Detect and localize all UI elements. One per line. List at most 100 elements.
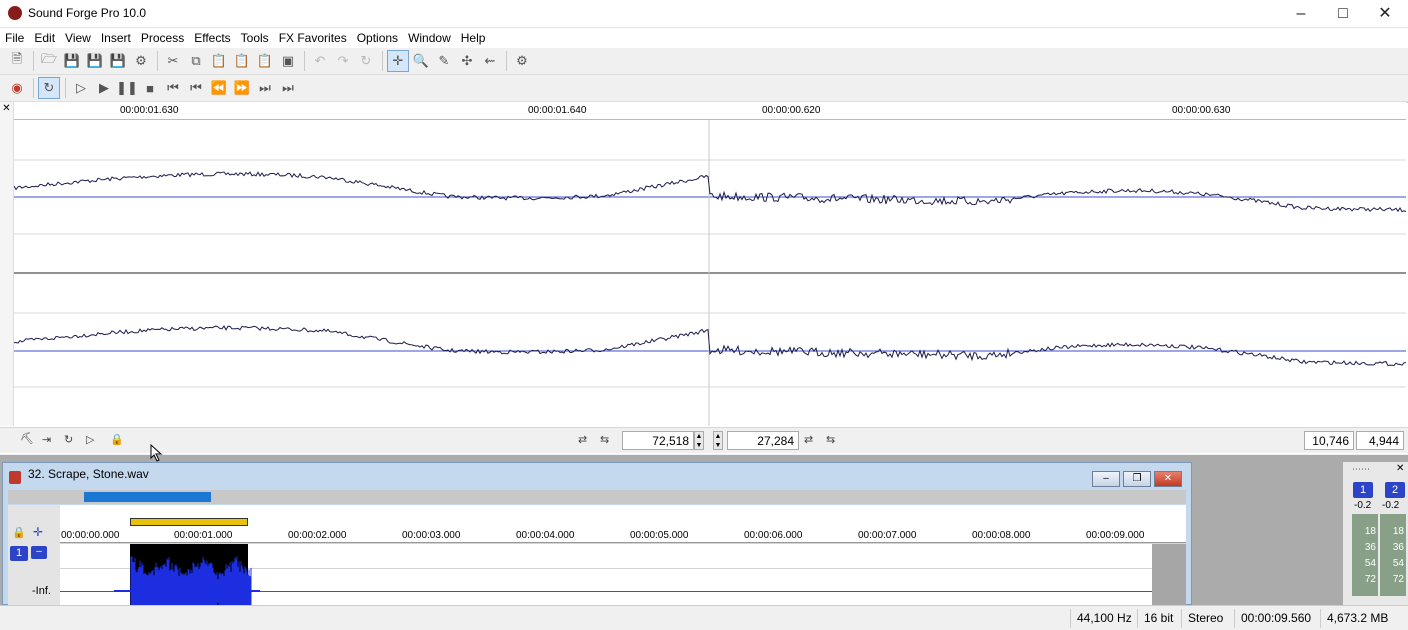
lock-small-icon[interactable]: 🔒 bbox=[12, 526, 26, 539]
level-out-icon[interactable]: ⇄ bbox=[804, 433, 813, 446]
level-in-icon[interactable]: ⇆ bbox=[826, 433, 835, 446]
render-icon[interactable]: ⚙ bbox=[130, 50, 152, 72]
channel-1-button[interactable]: 1 bbox=[10, 546, 28, 561]
sub-ruler-label: 00:00:04.000 bbox=[516, 530, 575, 541]
play-icon[interactable]: ▶ bbox=[93, 77, 115, 99]
maximize-icon[interactable]: □ bbox=[1322, 0, 1364, 28]
menu-effects[interactable]: Effects bbox=[189, 28, 235, 48]
mouse-cursor-icon bbox=[150, 444, 163, 462]
crop-icon[interactable]: ▣ bbox=[277, 50, 299, 72]
menu-window[interactable]: Window bbox=[403, 28, 456, 48]
go-to-end-icon[interactable]: ⏭ bbox=[277, 77, 299, 99]
loop-icon[interactable]: ↻ bbox=[38, 77, 60, 99]
stop-icon[interactable]: ■ bbox=[139, 77, 161, 99]
close-pane-icon[interactable]: ✕ bbox=[0, 104, 13, 114]
meter-peak-1: -0.2 bbox=[1354, 500, 1372, 511]
play-small-icon[interactable]: ▷ bbox=[86, 433, 94, 446]
channel-minimize-button[interactable]: – bbox=[31, 546, 47, 559]
sub-ruler-label: 00:00:05.000 bbox=[630, 530, 689, 541]
paste-special-icon[interactable]: 📋 bbox=[231, 50, 253, 72]
menu-process[interactable]: Process bbox=[136, 28, 189, 48]
meters-close-icon[interactable]: ✕ bbox=[1396, 463, 1404, 474]
repeat-icon[interactable]: ↻ bbox=[355, 50, 377, 72]
ruler-label: 00:00:01.640 bbox=[528, 105, 587, 116]
transport-toolbar: ◉ ↻ ▷ ▶ ❚❚ ■ ⏮ ⏮ ⏪ ⏩ ⏭ ⏭ bbox=[0, 75, 1408, 102]
sub-ruler-label: 00:00:00.000 bbox=[61, 530, 120, 541]
sub-ruler-label: 00:00:02.000 bbox=[288, 530, 347, 541]
meter-scale-label: 54 bbox=[1392, 558, 1404, 569]
save-as-icon[interactable]: 💾 bbox=[84, 50, 106, 72]
record-icon[interactable]: ◉ bbox=[6, 77, 28, 99]
meter-channel-1-button[interactable]: 1 bbox=[1353, 482, 1373, 498]
menu-options[interactable]: Options bbox=[352, 28, 403, 48]
edit-tool-icon[interactable]: ✛ bbox=[387, 50, 409, 72]
event-tool-icon[interactable]: ⇜ bbox=[479, 50, 501, 72]
zoom-ratio-field[interactable]: 72,518 bbox=[622, 431, 694, 450]
menu-fx-favorites[interactable]: FX Favorites bbox=[274, 28, 352, 48]
pencil-tool-icon[interactable]: ✎ bbox=[433, 50, 455, 72]
copy-icon[interactable]: ⧉ bbox=[185, 50, 207, 72]
meter-scale-label: 72 bbox=[1392, 574, 1404, 585]
undo-icon[interactable]: ↶ bbox=[309, 50, 331, 72]
status-bar: 44,100 Hz 16 bit Stereo 00:00:09.560 4,6… bbox=[0, 605, 1408, 630]
meter-channel-2-button[interactable]: 2 bbox=[1385, 482, 1405, 498]
rewind-icon[interactable]: ⏪ bbox=[208, 77, 230, 99]
ruler-label: 00:00:00.620 bbox=[762, 105, 821, 116]
zoom-out-icon[interactable]: ⇄ bbox=[578, 433, 587, 446]
selection-marker[interactable] bbox=[130, 518, 248, 526]
sub-restore-icon[interactable]: ❐ bbox=[1123, 471, 1151, 487]
edit-small-icon[interactable]: ✛ bbox=[33, 525, 43, 539]
save-all-icon[interactable]: 💾 bbox=[107, 50, 129, 72]
time-ruler[interactable]: 00:00:01.630 00:00:01.640 00:00:00.620 0… bbox=[14, 102, 1406, 120]
play-all-icon[interactable]: ▷ bbox=[70, 77, 92, 99]
menu-insert[interactable]: Insert bbox=[96, 28, 136, 48]
ruler-label: 00:00:01.630 bbox=[120, 105, 179, 116]
open-folder-icon[interactable]: 🗁 bbox=[38, 50, 60, 72]
menu-bar: File Edit View Insert Process Effects Tools FX … bbox=[0, 28, 1408, 48]
zoom-in-icon[interactable]: ⇆ bbox=[600, 433, 609, 446]
overview-selection[interactable] bbox=[84, 492, 211, 502]
ruler-label: 00:00:00.630 bbox=[1172, 105, 1231, 116]
level-zoom-field[interactable]: 27,284 bbox=[727, 431, 799, 450]
go-to-start-small-icon[interactable]: ⇥ bbox=[42, 433, 51, 446]
sub-minimize-icon[interactable]: – bbox=[1092, 471, 1120, 487]
zoom-spin[interactable]: ▲ ▼ bbox=[694, 431, 704, 450]
data-window-footer bbox=[0, 427, 1408, 453]
status-disk-space: 4,673.2 MB bbox=[1320, 609, 1394, 628]
envelope-tool-icon[interactable]: ✣ bbox=[456, 50, 478, 72]
save-icon[interactable]: 💾 bbox=[61, 50, 83, 72]
position-field-b[interactable]: 4,944 bbox=[1356, 431, 1404, 450]
redo-icon[interactable]: ↷ bbox=[332, 50, 354, 72]
mix-icon[interactable]: 📋 bbox=[254, 50, 276, 72]
meter-scale-label: 18 bbox=[1364, 526, 1376, 537]
close-icon[interactable]: ✕ bbox=[1364, 0, 1406, 28]
menu-tools[interactable]: Tools bbox=[236, 28, 274, 48]
cut-icon[interactable]: ✂ bbox=[162, 50, 184, 72]
status-channels: Stereo bbox=[1181, 609, 1229, 628]
pause-icon[interactable]: ❚❚ bbox=[116, 77, 138, 99]
new-file-icon[interactable]: 🗎 bbox=[6, 50, 28, 72]
minimize-icon[interactable]: – bbox=[1280, 0, 1322, 28]
level-spin[interactable]: ▲ ▼ bbox=[713, 431, 723, 450]
position-field-a[interactable]: 10,746 bbox=[1304, 431, 1354, 450]
status-length: 00:00:09.560 bbox=[1234, 609, 1317, 628]
paste-icon[interactable]: 📋 bbox=[208, 50, 230, 72]
fast-forward-icon[interactable]: ⏩ bbox=[231, 77, 253, 99]
waveform-display[interactable] bbox=[14, 120, 1406, 426]
go-to-start-icon[interactable]: ⏮ bbox=[162, 77, 184, 99]
menu-help[interactable]: Help bbox=[456, 28, 491, 48]
next-marker-icon[interactable]: ⏭ bbox=[254, 77, 276, 99]
meter-scale-label: 18 bbox=[1392, 526, 1404, 537]
menu-file[interactable]: File bbox=[0, 28, 29, 48]
sub-close-icon[interactable]: ✕ bbox=[1154, 471, 1182, 487]
channel-strip: ✕ bbox=[0, 102, 14, 426]
lock-icon[interactable]: 🔒 bbox=[110, 433, 124, 446]
plugin-chainer-icon[interactable]: ⚙ bbox=[511, 50, 533, 72]
playbar-icon[interactable]: ⛏ bbox=[20, 432, 34, 445]
menu-edit[interactable]: Edit bbox=[29, 28, 60, 48]
menu-view[interactable]: View bbox=[60, 28, 96, 48]
loop-small-icon[interactable]: ↻ bbox=[64, 433, 73, 446]
previous-marker-icon[interactable]: ⏮ bbox=[185, 77, 207, 99]
sub-ruler-label: 00:00:07.000 bbox=[858, 530, 917, 541]
magnify-tool-icon[interactable]: 🔍 bbox=[410, 50, 432, 72]
